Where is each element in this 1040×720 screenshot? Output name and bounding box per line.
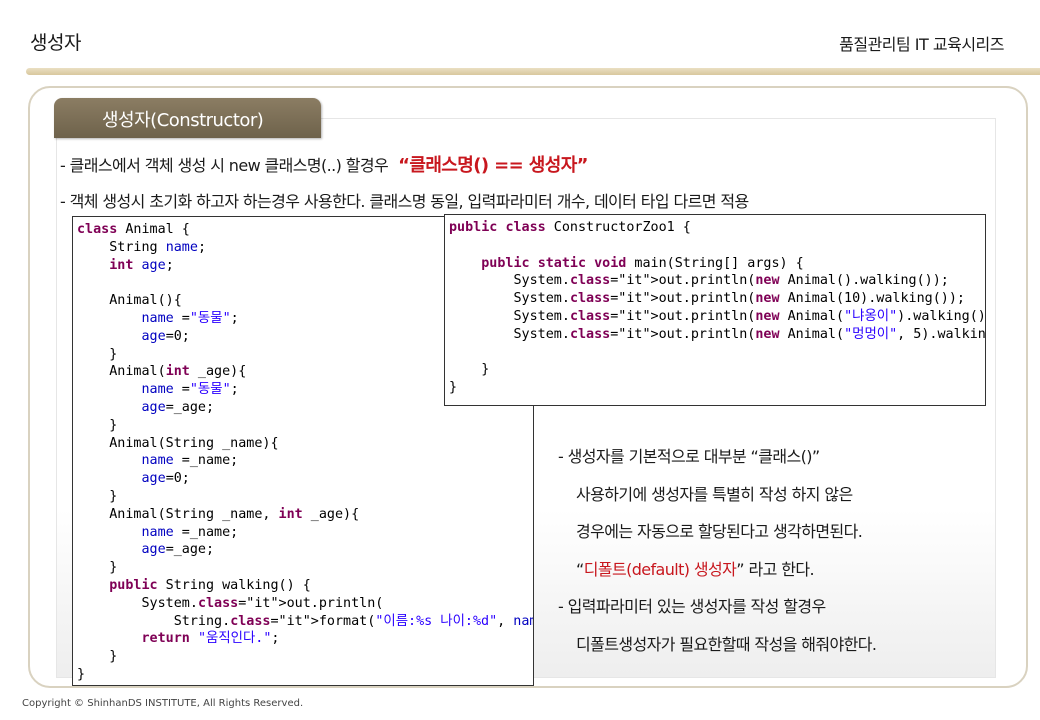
note-line: 디폴트생성자가 필요한할때 작성을 해줘야한다. bbox=[576, 634, 877, 654]
explanation-notes: - 생성자를 기본적으로 대부분 “클래스()” 사용하기에 생성자를 특별히 … bbox=[558, 438, 877, 663]
note-line: - 입력파라미터 있는 생성자를 작성 할경우 bbox=[558, 597, 826, 616]
section-tab: 생성자(Constructor) bbox=[54, 98, 321, 138]
slide-title: 생성자 bbox=[30, 32, 81, 54]
section-tab-label: 생성자(Constructor) bbox=[102, 110, 264, 131]
bullet-line-1: - 클래스에서 객체 생성 시 new 클래스명(..) 할경우 “클래스명() … bbox=[60, 151, 588, 177]
note-line-rest: ” 라고 한다. bbox=[736, 559, 814, 579]
quote-open: “ bbox=[576, 559, 584, 579]
header-divider bbox=[26, 68, 1040, 75]
series-label: 품질관리팀 IT 교육시리즈 bbox=[839, 35, 1004, 54]
bullet-line-1-text: - 클래스에서 객체 생성 시 new 클래스명(..) 할경우 bbox=[60, 156, 389, 175]
note-line: - 생성자를 기본적으로 대부분 “클래스()” bbox=[558, 447, 820, 466]
note-line-default: “디폴트(default) 생성자” 라고 한다. bbox=[558, 551, 876, 589]
constructor-zoo-code: public class ConstructorZoo1 { public st… bbox=[444, 214, 986, 406]
bullet-line-2: - 객체 생성시 초기화 하고자 하는경우 사용한다. 클래스명 동일, 입력파… bbox=[60, 192, 749, 211]
note-line: 경우에는 자동으로 할당된다고 생각하면된다. bbox=[576, 522, 863, 541]
default-constructor-term: 디폴트(default) 생성자 bbox=[583, 559, 737, 579]
constructor-emphasis: “클래스명() == 생성자” bbox=[398, 155, 588, 176]
copyright: Copyright © ShinhanDS INSTITUTE, All Rig… bbox=[22, 698, 304, 709]
note-line: 사용하기에 생성자를 특별히 작성 하지 않은 bbox=[576, 484, 853, 504]
